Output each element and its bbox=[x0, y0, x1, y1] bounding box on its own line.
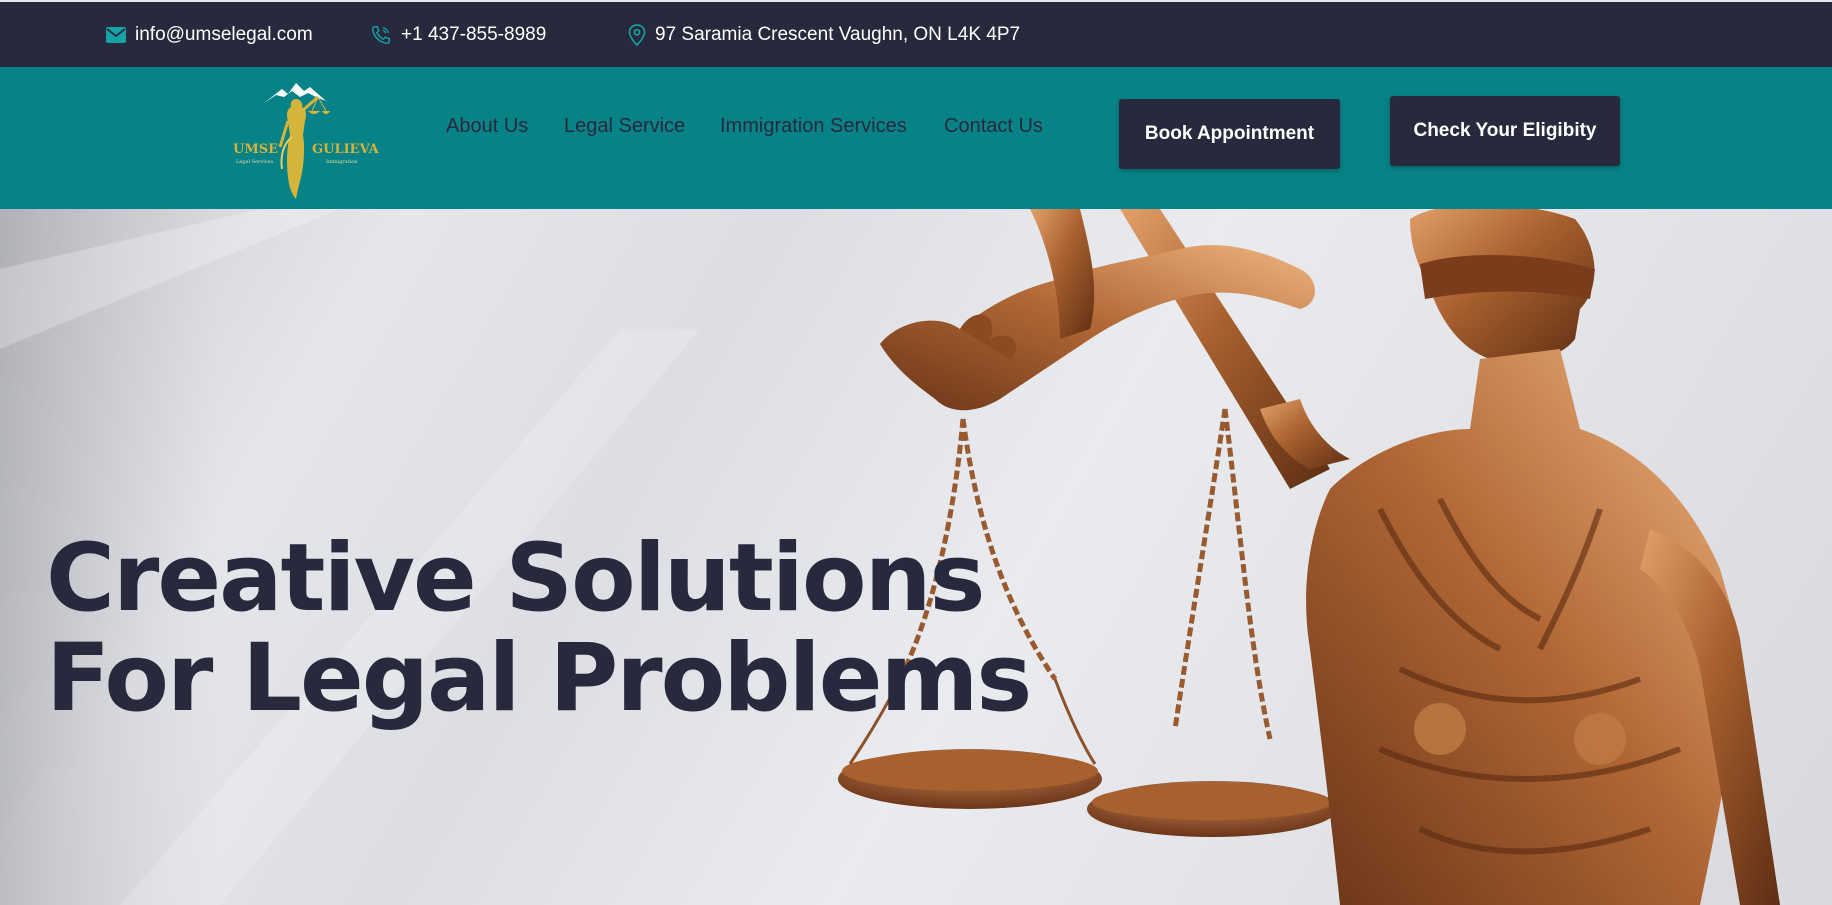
main-navigation: UMSE GULIEVA Legal Services Immigration … bbox=[0, 67, 1832, 209]
svg-text:Immigration: Immigration bbox=[326, 159, 358, 165]
map-pin-icon bbox=[628, 23, 646, 46]
svg-text:GULIEVA: GULIEVA bbox=[312, 142, 380, 157]
svg-text:Legal Services: Legal Services bbox=[236, 159, 274, 165]
nav-contact-us[interactable]: Contact Us bbox=[944, 115, 1043, 138]
phone-icon bbox=[372, 25, 390, 44]
hero-headline-line-1: Creative Solutions bbox=[46, 524, 985, 633]
phone-text: +1 437-855-8989 bbox=[401, 23, 547, 45]
book-appointment-label: Book Appointment bbox=[1144, 123, 1315, 144]
top-contact-bar: info@umselegal.com +1 437-855-8989 97 Sa… bbox=[0, 0, 1832, 67]
nav-legal-service[interactable]: Legal Service bbox=[564, 115, 685, 138]
check-eligibility-button[interactable]: Check Your Eligibity bbox=[1390, 96, 1620, 166]
nav-about-us[interactable]: About Us bbox=[446, 115, 528, 138]
site-logo[interactable]: UMSE GULIEVA Legal Services Immigration bbox=[230, 77, 380, 202]
email-contact[interactable]: info@umselegal.com bbox=[106, 2, 313, 67]
email-text: info@umselegal.com bbox=[135, 23, 313, 45]
hero-headline-line-2: For Legal Problems bbox=[46, 624, 1032, 733]
book-appointment-button[interactable]: Book Appointment bbox=[1119, 99, 1340, 169]
envelope-icon bbox=[106, 26, 126, 43]
svg-text:UMSE: UMSE bbox=[233, 142, 278, 157]
nav-immigration-services[interactable]: Immigration Services bbox=[720, 115, 907, 138]
hero-section: Creative Solutions For Legal Problems bbox=[0, 209, 1832, 905]
address-text: 97 Saramia Crescent Vaughn, ON L4K 4P7 bbox=[655, 23, 1021, 45]
check-eligibility-label: Check Your Eligibity bbox=[1413, 120, 1597, 141]
address-contact[interactable]: 97 Saramia Crescent Vaughn, ON L4K 4P7 bbox=[628, 2, 1020, 67]
phone-contact[interactable]: +1 437-855-8989 bbox=[370, 2, 546, 67]
hero-headline: Creative Solutions For Legal Problems bbox=[46, 524, 1032, 733]
lady-justice-logo-icon: UMSE GULIEVA Legal Services Immigration bbox=[233, 83, 380, 199]
